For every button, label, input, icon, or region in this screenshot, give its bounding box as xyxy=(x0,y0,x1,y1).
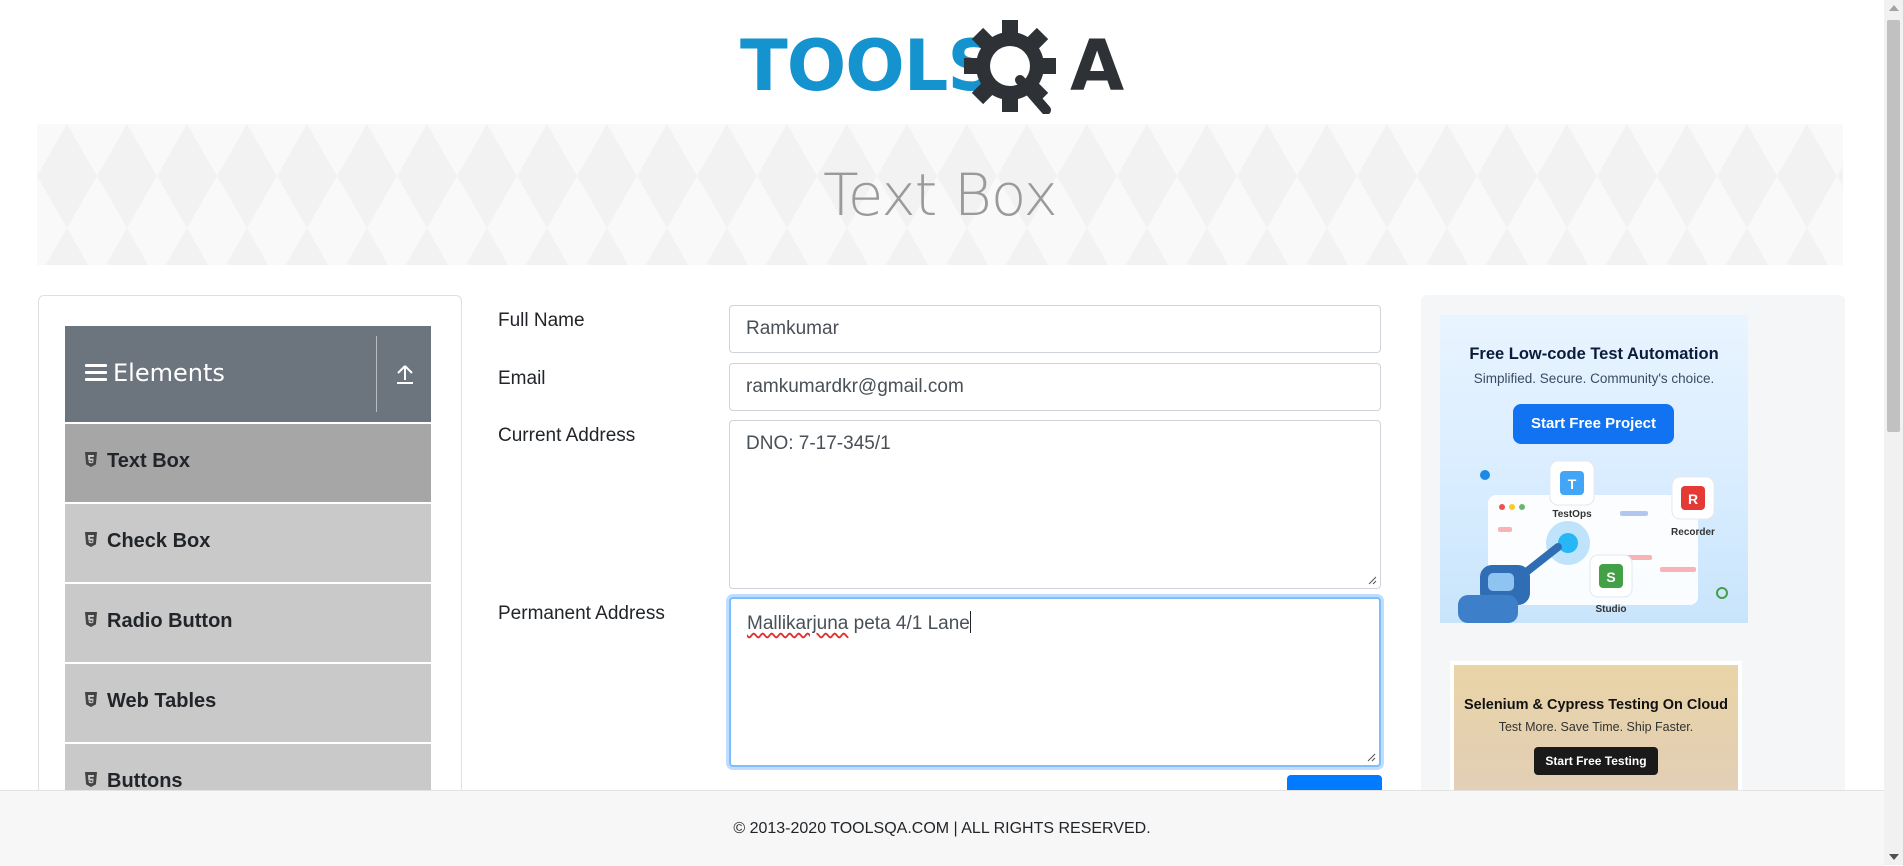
ad1-illustration: T TestOps R Recorder S Studio xyxy=(1458,460,1728,623)
recorder-letter: R xyxy=(1688,491,1698,507)
text-caret xyxy=(969,611,971,633)
header-divider xyxy=(376,336,377,412)
group-title: Elements xyxy=(113,359,225,387)
permanent-address-textarea[interactable]: Mallikarjuna peta 4/1 Lane xyxy=(729,597,1381,767)
scrollbar-thumb[interactable] xyxy=(1887,20,1900,432)
vertical-scrollbar[interactable] xyxy=(1884,0,1903,865)
html5-icon xyxy=(85,692,97,707)
katalon-ad[interactable]: Free Low-code Test Automation Simplified… xyxy=(1440,315,1748,623)
sidebar-item-label: Check Box xyxy=(107,530,211,552)
sidebar-item-text-box[interactable]: Text Box xyxy=(65,424,431,502)
email-label: Email xyxy=(498,368,546,389)
html5-icon xyxy=(85,452,97,467)
ads-column: Free Low-code Test Automation Simplified… xyxy=(1421,295,1845,855)
toolsqa-logo[interactable]: TOOLS A xyxy=(740,18,1146,114)
start-free-project-button[interactable]: Start Free Project xyxy=(1513,404,1674,444)
html5-icon xyxy=(85,612,97,627)
testops-letter: T xyxy=(1568,476,1577,492)
footer: © 2013-2020 TOOLSQA.COM | ALL RIGHTS RES… xyxy=(0,790,1884,866)
page-banner: Text Box xyxy=(37,124,1843,265)
sidebar-item-label: Text Box xyxy=(107,450,190,472)
elements-group-header[interactable]: Elements xyxy=(65,326,431,422)
sidebar-item-check-box[interactable]: Check Box xyxy=(65,504,431,582)
logo-text-tools: TOOLS xyxy=(740,25,997,107)
email-input[interactable]: ramkumardkr@gmail.com xyxy=(729,363,1381,411)
collapse-arrow-icon[interactable] xyxy=(395,362,415,386)
current-address-textarea[interactable]: DNO: 7-17-345/1 xyxy=(729,420,1381,589)
logo-text-a: A xyxy=(1070,25,1124,107)
page-title: Text Box xyxy=(823,160,1058,229)
elements-menu: Text Box Check Box Radio Button Web Tabl… xyxy=(65,424,431,824)
ad1-title: Free Low-code Test Automation xyxy=(1469,345,1719,363)
testops-label: TestOps xyxy=(1552,509,1592,520)
permanent-address-value-misspelled: Mallikarjuna xyxy=(747,613,849,634)
ad2-subtitle: Test More. Save Time. Ship Faster. xyxy=(1498,720,1694,734)
hamburger-icon xyxy=(85,364,107,382)
current-address-label: Current Address xyxy=(498,425,636,446)
gear-icon xyxy=(964,20,1056,114)
full-name-input[interactable]: Ramkumar xyxy=(729,305,1381,353)
left-panel: Elements Text Box Check Box Radio Button… xyxy=(38,295,462,857)
studio-letter: S xyxy=(1606,569,1615,585)
footer-copyright: © 2013-2020 TOOLSQA.COM | ALL RIGHTS RES… xyxy=(733,820,1151,837)
studio-label: Studio xyxy=(1595,604,1626,615)
html5-icon xyxy=(85,772,97,787)
start-free-testing-button[interactable]: Start Free Testing xyxy=(1534,747,1658,775)
ad1-subtitle: Simplified. Secure. Community's choice. xyxy=(1473,371,1715,386)
recorder-label: Recorder xyxy=(1671,527,1715,538)
sidebar-item-web-tables[interactable]: Web Tables xyxy=(65,664,431,742)
permanent-address-label: Permanent Address xyxy=(498,603,665,624)
sidebar-item-label: Radio Button xyxy=(107,610,233,632)
ad2-title: Selenium & Cypress Testing On Cloud xyxy=(1464,697,1728,713)
scroll-up-arrow-icon[interactable] xyxy=(1889,5,1899,11)
scroll-down-arrow-icon[interactable] xyxy=(1889,854,1899,860)
resize-handle-icon[interactable] xyxy=(1366,752,1376,762)
resize-handle-icon[interactable] xyxy=(1367,575,1377,585)
html5-icon xyxy=(85,532,97,547)
sidebar-item-label: Web Tables xyxy=(107,690,217,712)
permanent-address-value: peta 4/1 Lane xyxy=(848,613,970,634)
full-name-label: Full Name xyxy=(498,310,585,331)
sidebar-item-radio-button[interactable]: Radio Button xyxy=(65,584,431,662)
current-address-value: DNO: 7-17-345/1 xyxy=(746,433,891,454)
